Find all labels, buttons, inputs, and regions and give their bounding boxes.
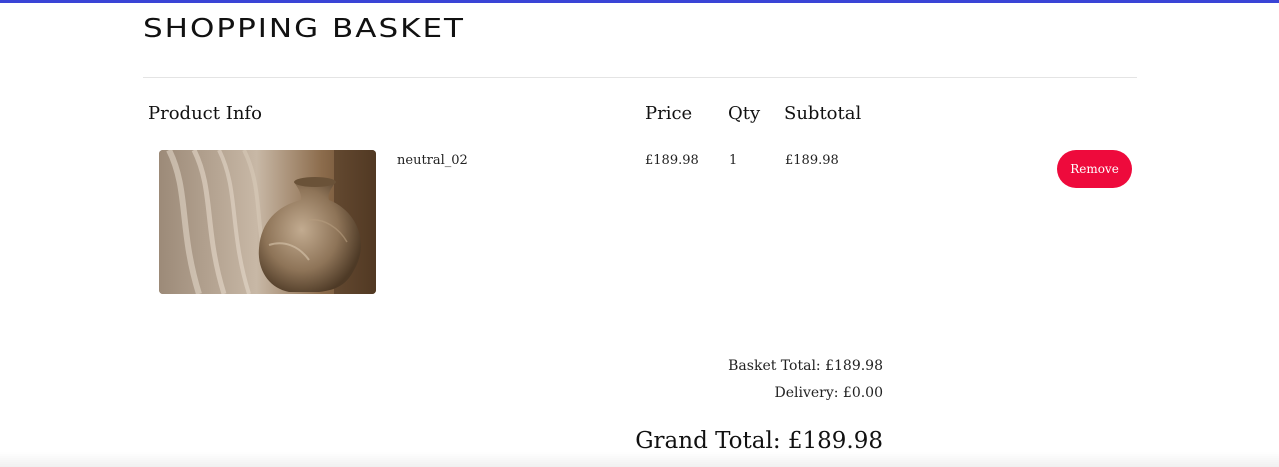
product-subtotal: £189.98 — [785, 153, 839, 168]
column-header-price: Price — [645, 103, 693, 124]
product-price: £189.98 — [645, 153, 699, 168]
column-header-qty: Qty — [728, 103, 761, 124]
column-header-subtotal: Subtotal — [784, 103, 862, 124]
column-header-product-info: Product Info — [148, 103, 262, 124]
top-accent-bar — [0, 0, 1279, 3]
product-name[interactable]: neutral_02 — [397, 153, 468, 168]
product-qty: 1 — [729, 153, 738, 168]
remove-button[interactable]: Remove — [1057, 150, 1132, 188]
page-title: Shopping Basket — [143, 14, 465, 44]
grand-total: Grand Total: £189.98 — [635, 428, 883, 454]
header-divider — [143, 77, 1137, 78]
delivery-total: Delivery: £0.00 — [774, 385, 883, 401]
basket-total: Basket Total: £189.98 — [728, 358, 883, 374]
product-image[interactable] — [159, 150, 376, 294]
vase-photo-icon — [159, 150, 376, 294]
bottom-edge-shadow — [0, 452, 1279, 467]
